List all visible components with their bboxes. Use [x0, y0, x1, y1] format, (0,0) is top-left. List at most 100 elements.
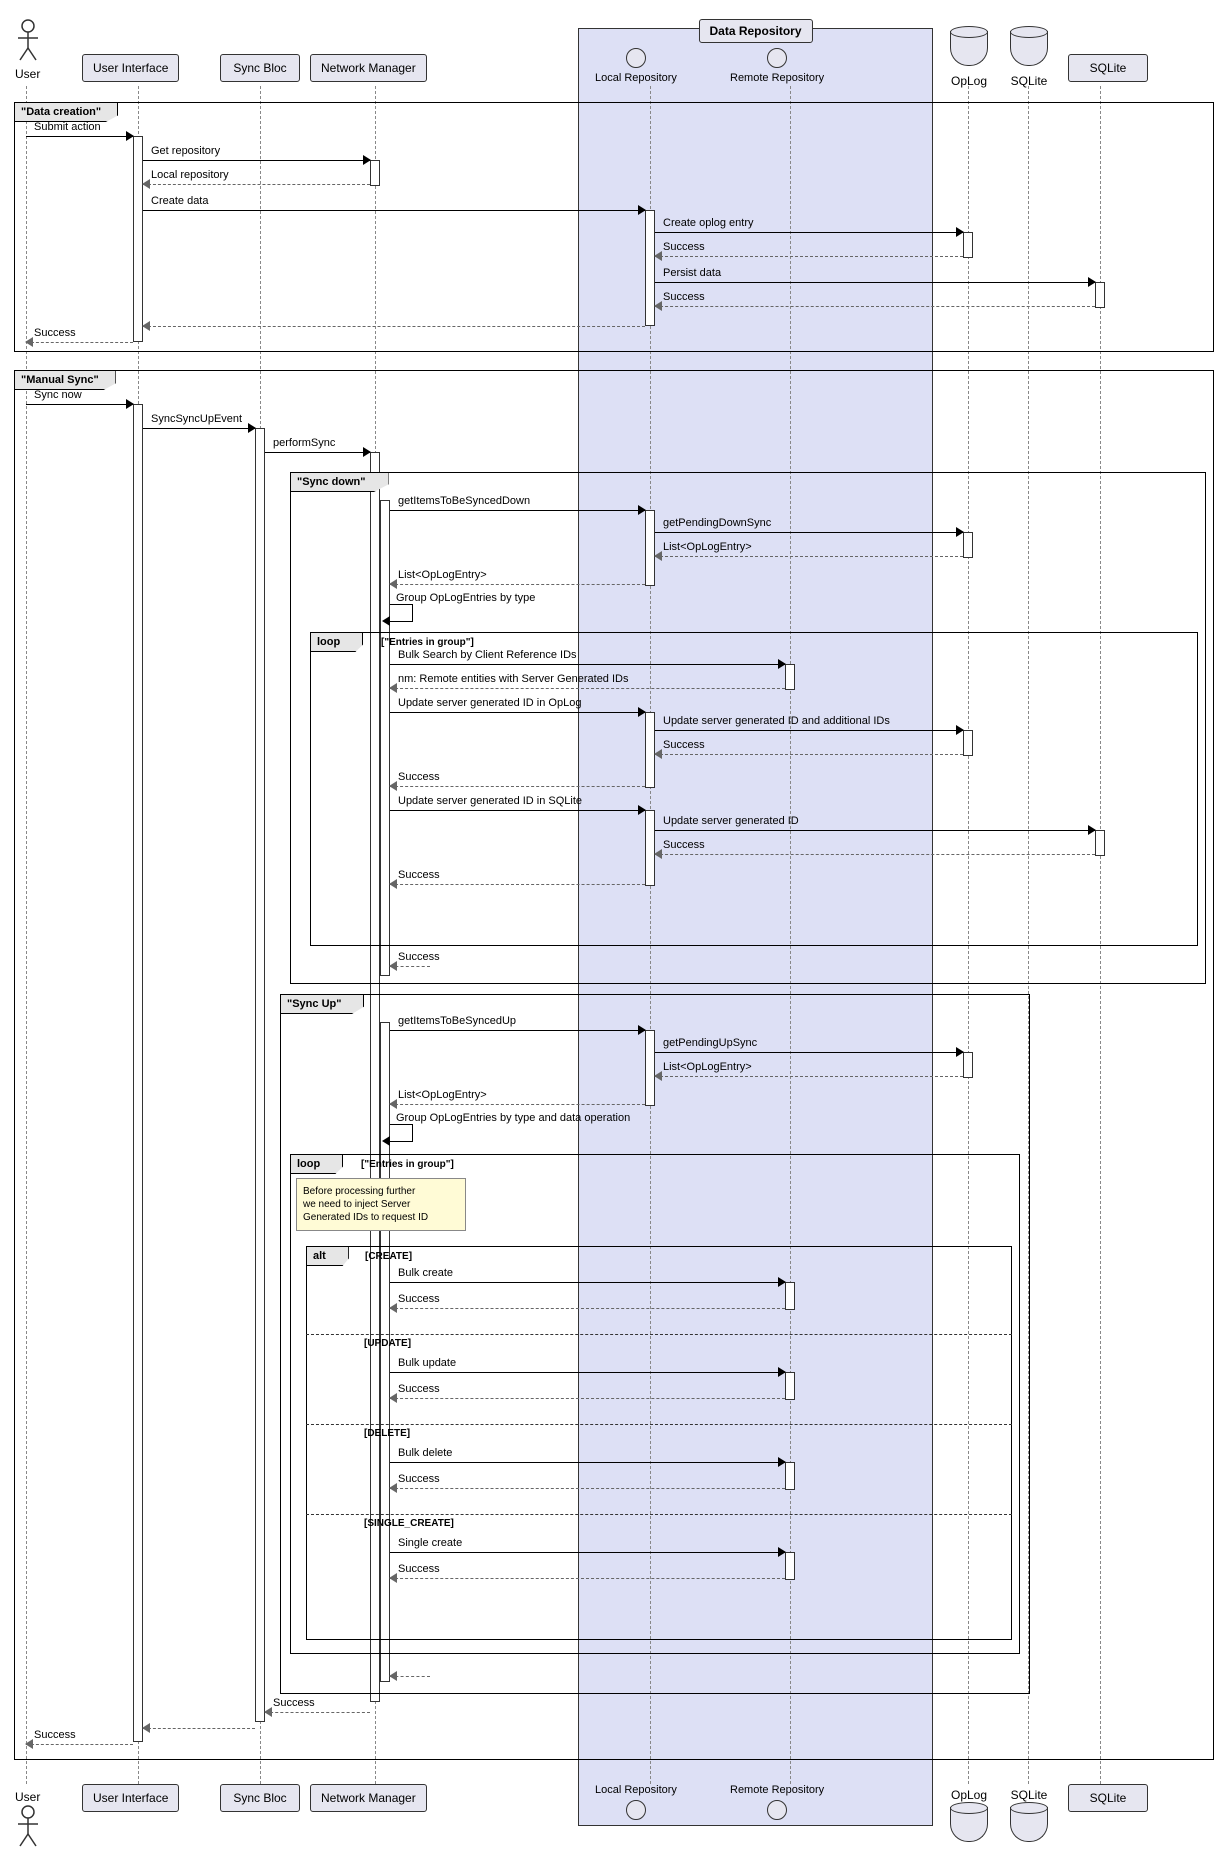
msg-perform-sync: performSync — [265, 444, 370, 445]
msg-sync-event: SyncSyncUpEvent — [143, 420, 255, 421]
entity-icon — [767, 1800, 787, 1820]
alt-guard: [CREATE] — [365, 1251, 412, 1262]
participant-nm: Network Manager — [310, 54, 427, 82]
participant-remote-bottom: Remote Repository — [730, 1784, 824, 1824]
participant-sqlite1: SQLite — [1010, 26, 1048, 88]
activation — [963, 532, 973, 558]
note-inject-ids: Before processing furtherwe need to inje… — [296, 1178, 466, 1231]
msg-create-oplog: Create oplog entry — [655, 224, 963, 225]
activation — [255, 428, 265, 1722]
msg-create-data: Create data — [143, 202, 645, 203]
participant-oplog-bottom: OpLog — [950, 1784, 988, 1846]
activation — [133, 136, 143, 342]
msg-get-up: getItemsToBeSyncedUp — [390, 1022, 645, 1023]
msg-get-repo: Get repository — [143, 152, 370, 153]
participant-ui-bottom: User Interface — [82, 1784, 179, 1812]
database-icon — [950, 1802, 988, 1846]
entity-icon — [626, 48, 646, 68]
participant-sqlite2: SQLite — [1068, 54, 1148, 82]
user-label: User — [15, 67, 40, 81]
participant-sync: Sync Bloc — [220, 54, 300, 82]
msg-success: Success — [390, 1390, 785, 1391]
database-icon — [950, 26, 988, 70]
entity-icon — [626, 1800, 646, 1820]
msg-submit: Submit action — [26, 128, 133, 129]
frame-title: alt — [307, 1247, 349, 1266]
actor-user: User — [15, 18, 40, 81]
entity-icon — [767, 48, 787, 68]
msg-local-repo: Local repository — [143, 176, 370, 177]
activation — [370, 160, 380, 186]
msg-success: Success — [390, 1480, 785, 1481]
msg-return — [143, 1720, 255, 1721]
msg-group-type: Group OpLogEntries by type — [396, 592, 535, 604]
msg-pending-up: getPendingUpSync — [655, 1044, 963, 1045]
activation — [1095, 830, 1105, 856]
alt-guard: [DELETE] — [364, 1428, 410, 1439]
database-icon — [1010, 1802, 1048, 1846]
sequence-diagram: Data Repository User User Interface Sync… — [10, 10, 1220, 1860]
msg-success: Success — [390, 1570, 785, 1571]
participant-sqlite2-bottom: SQLite — [1068, 1784, 1148, 1812]
participant-nm-bottom: Network Manager — [310, 1784, 427, 1812]
msg-get-down: getItemsToBeSyncedDown — [390, 502, 645, 503]
frame-title: "Data creation" — [15, 103, 118, 122]
activation — [645, 1030, 655, 1106]
msg-return — [390, 1668, 430, 1669]
msg-success: Success — [390, 958, 430, 959]
participant-oplog: OpLog — [950, 26, 988, 88]
msg-list-oplog: List<OpLogEntry> — [390, 1096, 645, 1097]
frame-data-creation: "Data creation" — [14, 102, 1214, 352]
loop-guard: ["Entries in group"] — [381, 637, 474, 648]
msg-bulk-create: Bulk create — [390, 1274, 785, 1275]
activation — [645, 510, 655, 586]
msg-bulk-update: Bulk update — [390, 1364, 785, 1365]
msg-success: Success — [390, 876, 645, 877]
alt-guard: [UPDATE] — [364, 1338, 411, 1349]
activation — [963, 730, 973, 756]
frame-title: "Sync down" — [291, 473, 389, 492]
msg-update-oplog: Update server generated ID in OpLog — [390, 704, 645, 705]
self-call — [390, 1124, 413, 1142]
msg-nm-remote: nm: Remote entities with Server Generate… — [390, 680, 785, 681]
loop-guard: ["Entries in group"] — [361, 1159, 454, 1170]
database-icon — [1010, 26, 1048, 70]
participant-sync-bottom: Sync Bloc — [220, 1784, 300, 1812]
frame-title: loop — [311, 633, 363, 652]
activation — [785, 1462, 795, 1490]
user-icon — [15, 18, 40, 65]
msg-success: Success — [390, 1300, 785, 1301]
user-label: User — [15, 1790, 40, 1804]
activation — [785, 1552, 795, 1580]
group-label: Data Repository — [698, 19, 812, 43]
activation — [963, 232, 973, 258]
msg-list-oplog: List<OpLogEntry> — [390, 576, 645, 577]
msg-success — [143, 318, 645, 319]
activation — [1095, 282, 1105, 308]
msg-update-sqlite: Update server generated ID in SQLite — [390, 802, 645, 803]
participant-remote: Remote Repository — [730, 48, 824, 84]
msg-success: Success — [265, 1704, 370, 1705]
msg-sync-now: Sync now — [26, 396, 133, 397]
alt-divider — [306, 1334, 1012, 1335]
activation — [645, 810, 655, 886]
self-call — [390, 604, 413, 622]
participant-ui: User Interface — [82, 54, 179, 82]
alt-divider — [306, 1424, 1012, 1425]
msg-pending-down: getPendingDownSync — [655, 524, 963, 525]
msg-success: Success — [655, 298, 1095, 299]
msg-success: Success — [390, 778, 645, 779]
msg-success: Success — [26, 334, 133, 335]
msg-bulk-search: Bulk Search by Client Reference IDs — [390, 656, 785, 657]
user-icon — [15, 1804, 40, 1851]
frame-alt: alt [CREATE] — [306, 1246, 1012, 1640]
msg-bulk-delete: Bulk delete — [390, 1454, 785, 1455]
msg-success: Success — [655, 846, 1095, 847]
participant-local: Local Repository — [595, 48, 677, 84]
activation — [133, 404, 143, 1742]
frame-title: "Manual Sync" — [15, 371, 116, 390]
msg-single-create: Single create — [390, 1544, 785, 1545]
alt-divider — [306, 1514, 1012, 1515]
msg-success: Success — [655, 746, 963, 747]
actor-user-bottom: User — [15, 1788, 40, 1851]
